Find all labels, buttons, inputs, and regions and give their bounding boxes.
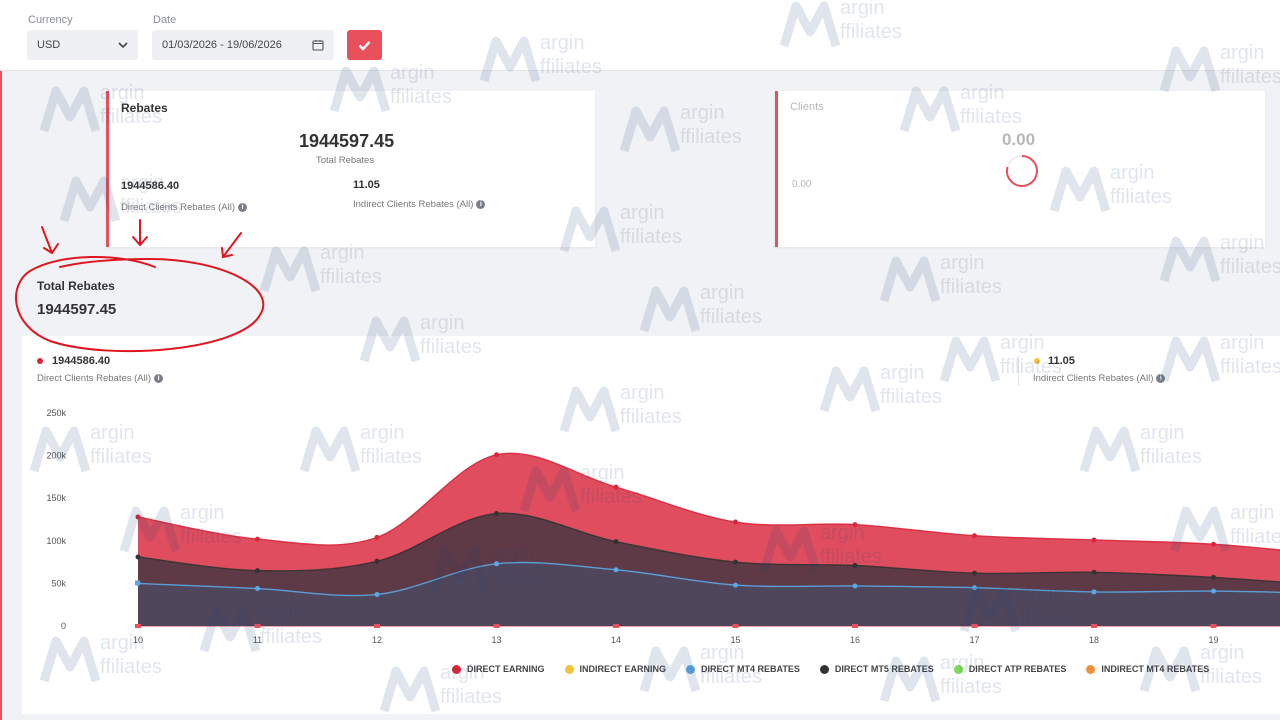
x-tick-label: 11 <box>253 635 262 645</box>
data-point <box>852 522 858 528</box>
data-point <box>852 563 858 569</box>
x-tick-label: 18 <box>1089 635 1099 645</box>
x-tick-label: 12 <box>372 635 382 645</box>
data-point <box>374 558 380 564</box>
data-point <box>255 586 260 592</box>
data-point <box>972 570 977 576</box>
y-tick-label: 150k <box>46 493 66 503</box>
data-point <box>1211 588 1216 594</box>
legend-dot <box>953 664 963 674</box>
legend-dot <box>1086 664 1096 674</box>
x-tick-mark <box>493 624 500 628</box>
x-tick-label: 16 <box>850 635 860 645</box>
data-point <box>494 452 499 458</box>
x-tick-label: 13 <box>491 635 501 645</box>
x-tick-label: 15 <box>730 635 740 645</box>
x-tick-mark <box>135 624 141 628</box>
x-tick-mark <box>971 624 978 628</box>
x-tick-label: 14 <box>611 635 621 645</box>
legend-label: DIRECT MT4 REBATES <box>701 664 800 674</box>
legend-item[interactable]: DIRECT ATP REBATES <box>953 664 1067 674</box>
data-point <box>1091 537 1097 543</box>
data-point <box>613 484 619 490</box>
data-point <box>972 585 977 591</box>
data-point <box>1091 589 1097 595</box>
y-tick-label: 0 <box>61 621 66 631</box>
y-tick-label: 50k <box>51 578 66 588</box>
data-point <box>1211 541 1216 547</box>
legend-label: INDIRECT EARNING <box>579 664 667 674</box>
legend-item[interactable]: DIRECT EARNING <box>452 664 545 674</box>
legend-dot <box>686 664 696 674</box>
mt4-marker <box>135 580 140 586</box>
data-point <box>1091 569 1097 575</box>
data-point <box>733 582 738 588</box>
legend-label: DIRECT ATP REBATES <box>968 664 1067 674</box>
legend-label: DIRECT MT5 REBATES <box>834 664 934 674</box>
data-point <box>374 534 380 540</box>
y-tick-label: 200k <box>46 451 66 461</box>
x-tick-mark <box>374 624 380 628</box>
legend-dot <box>819 664 829 674</box>
data-point <box>135 554 141 560</box>
legend-item[interactable]: DIRECT MT5 REBATES <box>819 664 934 674</box>
legend-dot <box>564 664 574 674</box>
data-point <box>613 567 619 573</box>
data-point <box>494 511 499 517</box>
chart-legend: DIRECT EARNING INDIRECT EARNING DIRECT MT4… <box>452 664 1209 674</box>
legend-item[interactable]: INDIRECT EARNING <box>564 664 667 674</box>
data-point <box>255 568 260 574</box>
data-point <box>733 559 738 565</box>
data-point <box>733 519 738 525</box>
x-tick-mark <box>1210 624 1217 628</box>
x-tick-label: 17 <box>969 635 979 645</box>
legend-label: INDIRECT MT4 REBATES <box>1101 664 1210 674</box>
legend-item[interactable]: DIRECT MT4 REBATES <box>686 664 800 674</box>
legend-dot <box>452 664 461 674</box>
rebates-area-chart: 0 50k 100k 150k 200k 250k 10 11 12 13 14 15 16 17 18 19 <box>46 408 1280 645</box>
x-tick-mark <box>732 624 739 628</box>
x-tick-mark <box>254 624 261 628</box>
data-point <box>494 561 499 567</box>
data-point <box>852 583 858 589</box>
x-tick-label: 19 <box>1208 635 1218 645</box>
hand-drawn-annotation <box>15 219 265 353</box>
data-point <box>1211 574 1216 580</box>
x-tick-mark <box>1091 624 1097 628</box>
x-tick-mark <box>613 624 619 628</box>
data-point <box>613 539 619 545</box>
legend-label: DIRECT EARNING <box>467 664 545 674</box>
x-tick-mark <box>852 624 858 628</box>
data-point <box>255 536 260 542</box>
data-point <box>374 591 380 597</box>
y-tick-label: 100k <box>46 536 66 546</box>
x-tick-label: 10 <box>133 635 143 645</box>
data-point <box>135 514 141 520</box>
data-point <box>972 533 977 539</box>
legend-item[interactable]: INDIRECT MT4 REBATES <box>1086 664 1209 674</box>
y-tick-label: 250k <box>46 408 66 418</box>
